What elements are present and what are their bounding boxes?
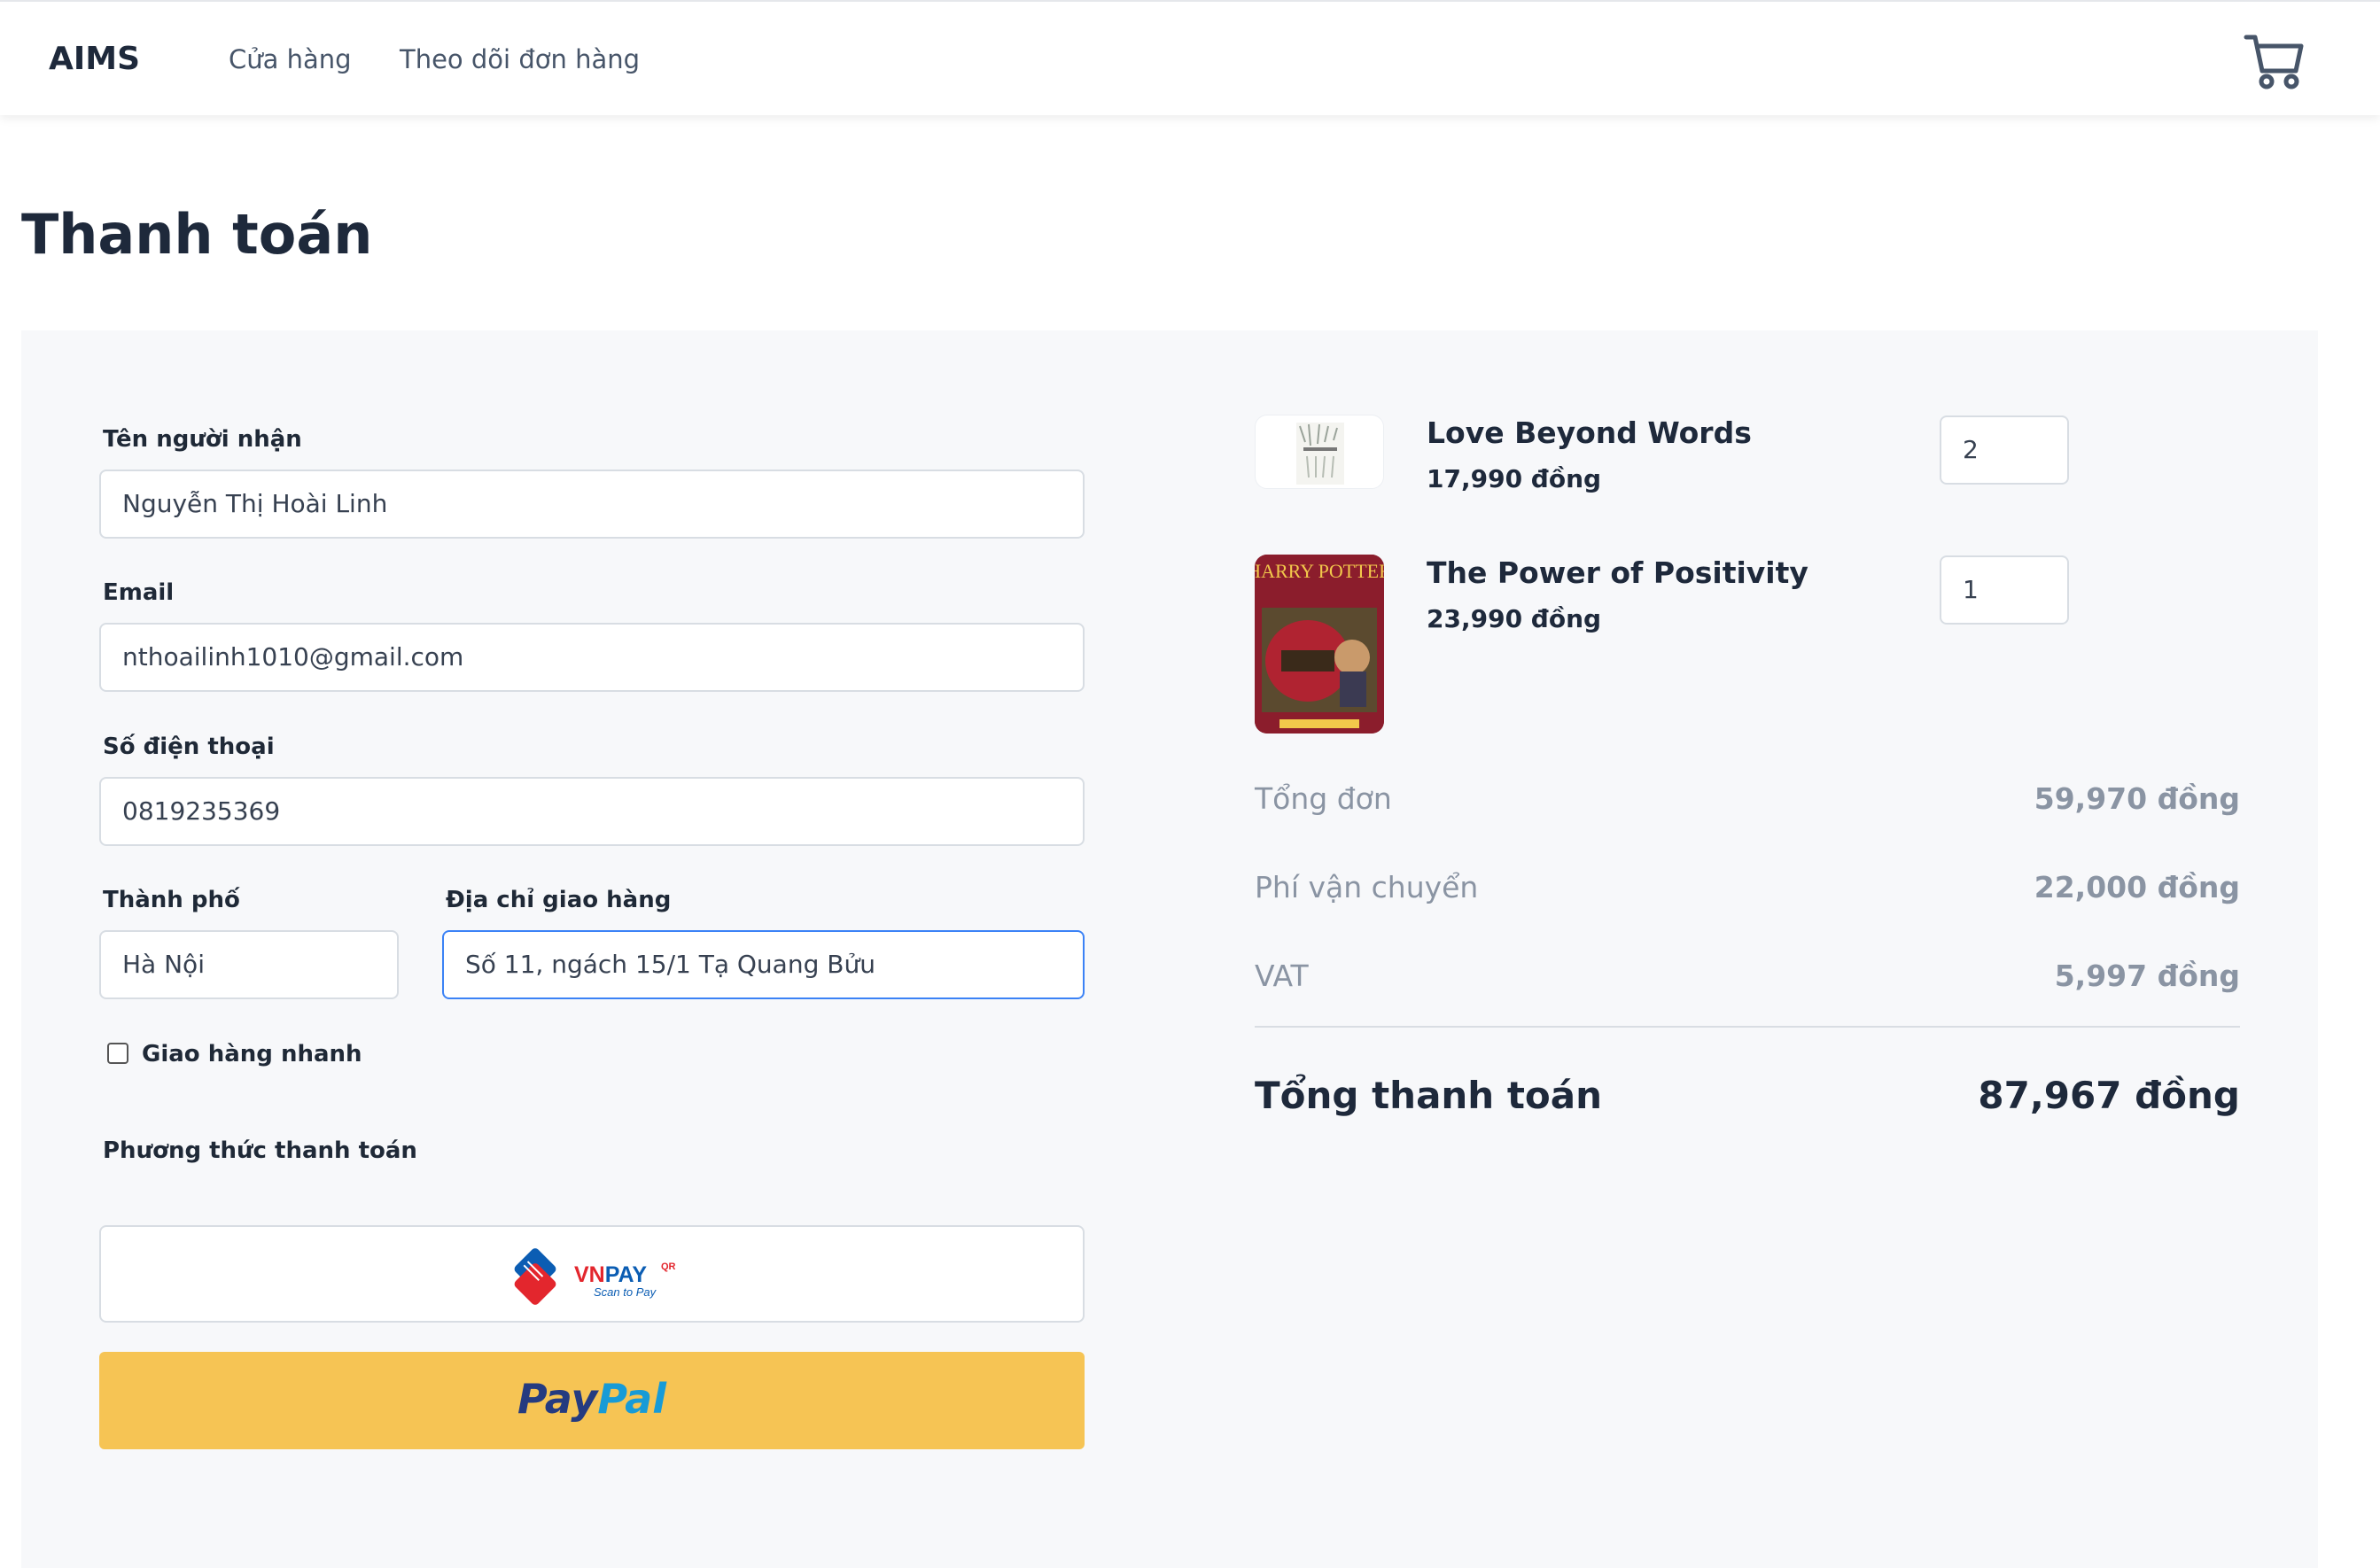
cart-icon[interactable]	[2243, 32, 2305, 90]
payment-method-label: Phương thức thanh toán	[103, 1137, 417, 1164]
svg-text:QR: QR	[661, 1261, 676, 1272]
cover-title: HARRY POTTER	[1255, 560, 1384, 582]
summary-divider	[1255, 1026, 2240, 1028]
vnpay-logo: VNPAY QR Scan to Pay	[514, 1248, 676, 1305]
email-label: Email	[103, 579, 175, 606]
top-navbar: AIMS Cửa hàng Theo dõi đơn hàng	[0, 0, 2380, 115]
total-label: Tổng thanh toán	[1255, 1074, 1603, 1117]
paypal-logo: PayPal	[517, 1375, 666, 1423]
city-input[interactable]: Hà Nội	[99, 930, 399, 999]
nav-link-track-orders[interactable]: Theo dõi đơn hàng	[400, 44, 640, 74]
vat-value: 5,997 đồng	[2054, 959, 2240, 993]
shipping-fee-value: 22,000 đồng	[2034, 870, 2240, 904]
shipping-fee-label: Phí vận chuyển	[1255, 870, 1479, 904]
phone-label: Số điện thoại	[103, 734, 275, 760]
cart-item-price: 17,990 đồng	[1427, 464, 1602, 493]
app-logo[interactable]: AIMS	[49, 41, 140, 77]
quantity-input[interactable]: 1	[1940, 555, 2069, 625]
cart-item-title: The Power of Positivity	[1427, 555, 1808, 590]
cart-item-title: Love Beyond Words	[1427, 415, 1752, 450]
phone-input[interactable]: 0819235369	[99, 777, 1085, 846]
svg-text:Scan to Pay: Scan to Pay	[594, 1285, 657, 1299]
vat-label: VAT	[1255, 959, 1309, 993]
quantity-input[interactable]: 2	[1940, 415, 2069, 485]
subtotal-label: Tổng đơn	[1255, 781, 1392, 816]
recipient-name-label: Tên người nhận	[103, 426, 302, 453]
express-delivery-checkbox[interactable]	[107, 1043, 128, 1064]
express-delivery-label[interactable]: Giao hàng nhanh	[142, 1041, 362, 1067]
city-label: Thành phố	[103, 887, 240, 913]
address-input[interactable]: Số 11, ngách 15/1 Tạ Quang Bửu	[442, 930, 1085, 999]
vnpay-button[interactable]: VNPAY QR Scan to Pay	[99, 1225, 1085, 1323]
book-cover-the-power-of-positivity: HARRY POTTER	[1255, 555, 1384, 734]
page-title: Thanh toán	[21, 202, 373, 267]
address-label: Địa chỉ giao hàng	[446, 887, 672, 913]
svg-text:VNPAY: VNPAY	[574, 1262, 647, 1287]
recipient-name-input[interactable]: Nguyễn Thị Hoài Linh	[99, 470, 1085, 539]
book-cover-love-beyond-words	[1255, 415, 1384, 489]
total-value: 87,967 đồng	[1978, 1074, 2240, 1117]
nav-link-shop[interactable]: Cửa hàng	[229, 44, 352, 74]
subtotal-value: 59,970 đồng	[2034, 781, 2240, 816]
paypal-button[interactable]: PayPal	[99, 1352, 1085, 1449]
cart-item-price: 23,990 đồng	[1427, 604, 1602, 633]
email-input[interactable]: nthoailinh1010@gmail.com	[99, 623, 1085, 692]
